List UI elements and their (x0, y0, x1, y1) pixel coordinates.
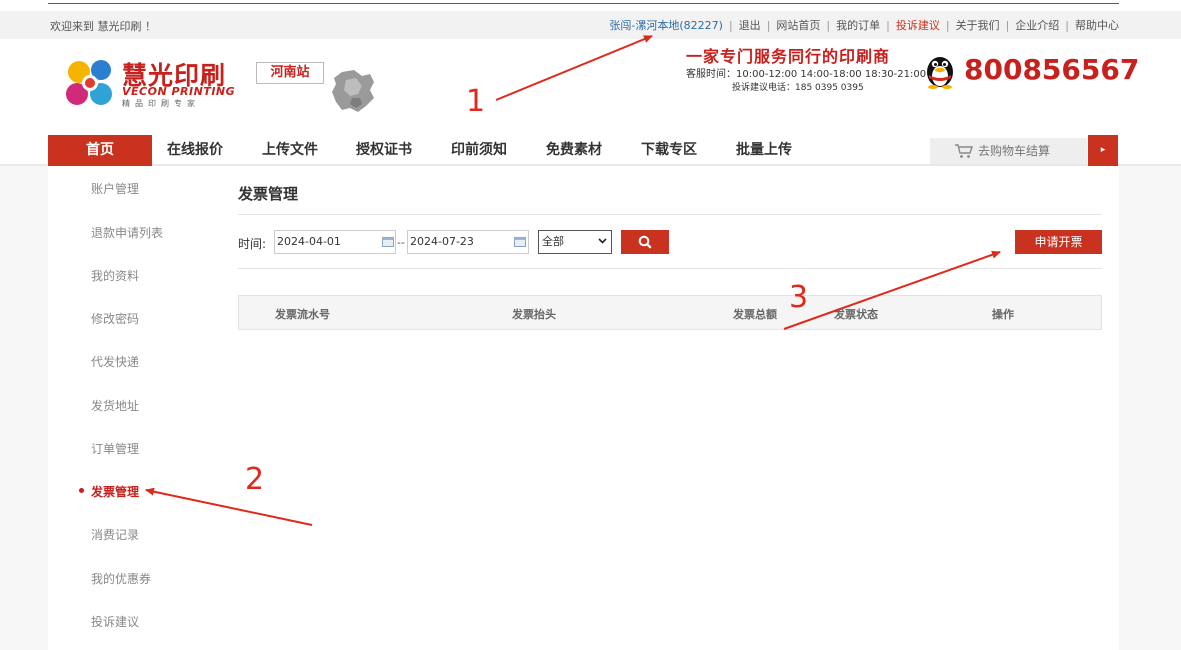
separator: | (886, 18, 890, 32)
sidebar-item-orders[interactable]: 订单管理 (91, 440, 139, 457)
apply-invoice-button[interactable]: 申请开票 (1015, 230, 1102, 254)
user-account-link[interactable]: 张闯-漯河本地(82227) (609, 17, 723, 33)
nav-item-downloads[interactable]: 下载专区 (637, 135, 701, 166)
separator: | (766, 18, 771, 32)
qq-penguin-icon[interactable] (920, 50, 960, 90)
welcome-text: 欢迎来到 慧光印刷 ！ (50, 20, 156, 33)
sidebar-item-change-password[interactable]: 修改密码 (91, 310, 139, 327)
about-us-link[interactable]: 关于我们 (956, 17, 1000, 33)
active-indicator-dot (79, 488, 84, 493)
hotline-number: 800856567 (964, 53, 1140, 86)
separator: | (1005, 18, 1010, 32)
brand-tagline: 精品印刷专家 (122, 99, 200, 108)
service-hours: 客服时间：10:00-12:00 14:00-18:00 18:30-21:00 (686, 69, 927, 80)
complaint-phone: 投诉建议电话：185 0395 0395 (732, 83, 864, 93)
right-gutter (1119, 166, 1181, 650)
brand-logo-icon[interactable] (63, 58, 119, 110)
site-home-link[interactable]: 网站首页 (776, 17, 820, 33)
sidebar-item-coupons[interactable]: 我的优惠券 (91, 570, 151, 587)
my-orders-link[interactable]: 我的订单 (836, 17, 880, 33)
nav-item-online-quote[interactable]: 在线报价 (163, 135, 227, 166)
top-accent-line (48, 3, 1119, 4)
sidebar-item-complaint[interactable]: 投诉建议 (91, 613, 139, 630)
date-separator: -- (397, 236, 405, 249)
sidebar-item-profile[interactable]: 我的资料 (91, 267, 139, 284)
separator: | (945, 18, 950, 32)
column-header-amount: 发票总额 (733, 308, 777, 321)
column-header-serial: 发票流水号 (275, 308, 330, 321)
separator: | (826, 18, 831, 32)
slogan: 一家专门服务同行的印刷商 (686, 47, 891, 66)
start-date-input[interactable]: 2024-04-01 (274, 230, 396, 254)
nav-item-upload-file[interactable]: 上传文件 (258, 135, 322, 166)
brand-name-en: VECON PRINTING (122, 85, 236, 98)
sidebar-item-refund-list[interactable]: 退款申请列表 (91, 224, 163, 241)
sidebar-item-spending[interactable]: 消费记录 (91, 526, 139, 543)
column-header-title: 发票抬头 (512, 308, 556, 321)
nav-item-free-assets[interactable]: 免费素材 (542, 135, 606, 166)
calendar-icon[interactable] (514, 236, 526, 247)
cart-arrow-button[interactable]: ▸ (1088, 135, 1118, 166)
company-intro-link[interactable]: 企业介绍 (1015, 17, 1059, 33)
left-gutter (0, 166, 48, 650)
sidebar-item-dropship[interactable]: 代发快递 (91, 353, 139, 370)
shopping-cart-icon (955, 144, 973, 158)
page-title: 发票管理 (238, 185, 299, 203)
top-links: 张闯-漯河本地(82227) | 退出 | 网站首页 | 我的订单 | 投诉建议… (609, 17, 1119, 33)
annotation-label-3: 3 (789, 280, 809, 315)
calendar-icon[interactable] (382, 236, 394, 247)
separator: | (728, 18, 733, 32)
divider (238, 214, 1102, 215)
search-icon (638, 235, 652, 249)
chevron-down-icon (598, 238, 607, 244)
column-header-actions: 操作 (992, 308, 1014, 321)
complaint-link[interactable]: 投诉建议 (896, 17, 940, 33)
column-header-status: 发票状态 (834, 308, 878, 321)
separator: | (1065, 18, 1069, 32)
nav-item-prepress[interactable]: 印前须知 (447, 135, 511, 166)
henan-map-icon (332, 70, 374, 112)
invoice-table-header (238, 295, 1102, 330)
sidebar-item-account[interactable]: 账户管理 (91, 180, 139, 197)
sidebar-item-shipping-address[interactable]: 发货地址 (91, 397, 139, 414)
logout-link[interactable]: 退出 (739, 17, 761, 33)
annotation-label-2: 2 (245, 462, 265, 497)
end-date-input[interactable]: 2024-07-23 (407, 230, 529, 254)
time-label: 时间: (238, 237, 267, 251)
help-center-link[interactable]: 帮助中心 (1075, 17, 1119, 33)
nav-item-home[interactable]: 首页 (48, 135, 152, 166)
nav-item-batch-upload[interactable]: 批量上传 (732, 135, 796, 166)
divider (238, 268, 1102, 269)
sidebar-item-invoice[interactable]: 发票管理 (91, 483, 139, 500)
annotation-label-1: 1 (466, 84, 486, 119)
nav-item-certificate[interactable]: 授权证书 (352, 135, 416, 166)
station-badge[interactable]: 河南站 (256, 62, 324, 84)
